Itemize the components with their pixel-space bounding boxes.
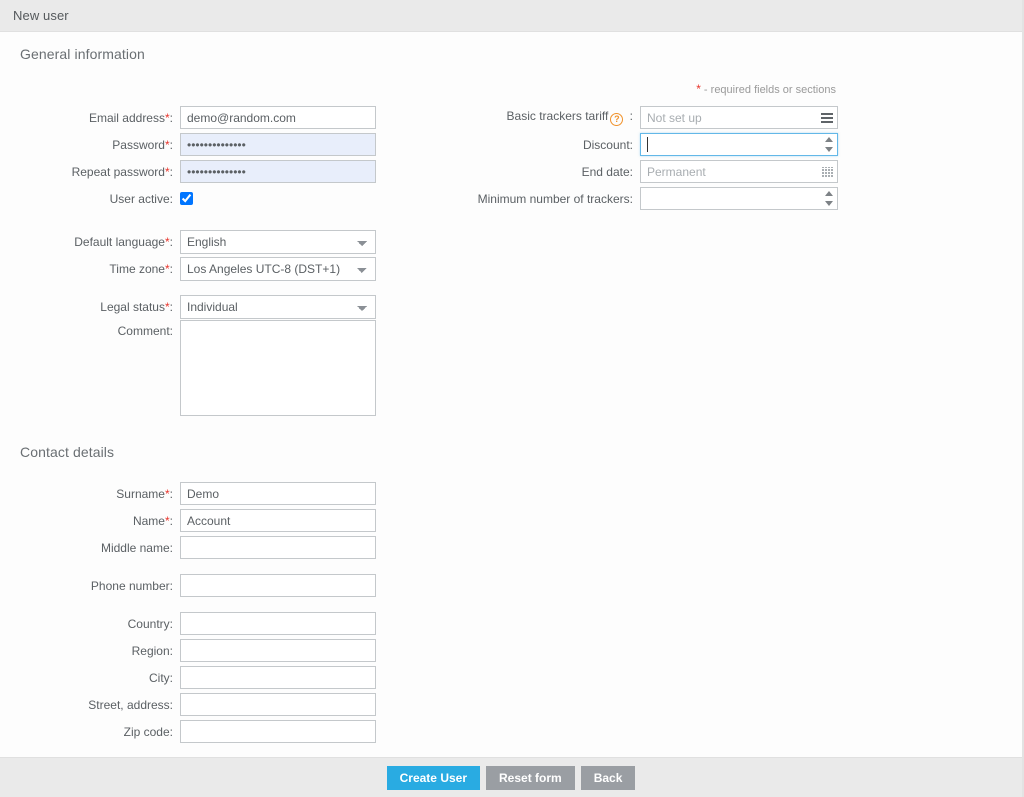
name-input[interactable] bbox=[180, 509, 376, 532]
label-min-trackers: Minimum number of trackers: bbox=[477, 191, 633, 206]
street-input[interactable] bbox=[180, 693, 376, 716]
create-user-button[interactable]: Create User bbox=[386, 765, 480, 790]
window-titlebar: New user bbox=[0, 0, 1022, 32]
field-row-default-language: Default language*: English bbox=[0, 228, 376, 255]
field-row-city: City: bbox=[0, 664, 376, 691]
required-fields-note: * - required fields or sections bbox=[696, 82, 836, 96]
discount-input[interactable] bbox=[640, 133, 838, 156]
field-row-min-trackers: Minimum number of trackers: bbox=[448, 185, 838, 212]
field-row-user-active: User active: bbox=[0, 185, 376, 212]
field-row-region: Region: bbox=[0, 637, 376, 664]
field-row-middle-name: Middle name: bbox=[0, 534, 376, 561]
field-row-street: Street, address: bbox=[0, 691, 376, 718]
contact-column: Surname*: Name*: Middle name: Phone numb… bbox=[0, 480, 376, 745]
label-legal-status: Legal status*: bbox=[100, 299, 173, 314]
phone-number-input[interactable] bbox=[180, 574, 376, 597]
label-city: City: bbox=[148, 670, 173, 685]
field-row-name: Name*: bbox=[0, 507, 376, 534]
field-row-repeat-password: Repeat password*: bbox=[0, 158, 376, 185]
label-middle-name: Middle name: bbox=[100, 540, 173, 555]
min-trackers-input[interactable] bbox=[640, 187, 838, 210]
basic-tariff-field-wrap bbox=[640, 106, 838, 129]
label-street: Street, address: bbox=[88, 697, 173, 712]
field-row-phone-number: Phone number: bbox=[0, 572, 376, 599]
label-region: Region: bbox=[131, 643, 173, 658]
discount-field-wrap bbox=[640, 133, 838, 156]
field-row-country: Country: bbox=[0, 610, 376, 637]
field-row-discount: Discount: bbox=[448, 131, 838, 158]
label-repeat-password: Repeat password*: bbox=[71, 164, 173, 179]
section-heading-general: General information bbox=[20, 46, 145, 62]
contact-heading-wrap: Contact details bbox=[0, 444, 1022, 462]
surname-input[interactable] bbox=[180, 482, 376, 505]
required-note-text: - required fields or sections bbox=[700, 84, 836, 96]
label-basic-tariff: Basic trackers tariff? : bbox=[506, 109, 633, 126]
email-input[interactable] bbox=[180, 106, 376, 129]
label-country: Country: bbox=[127, 616, 173, 631]
field-row-zip: Zip code: bbox=[0, 718, 376, 745]
field-row-legal-status: Legal status*: Individual bbox=[0, 293, 376, 320]
city-input[interactable] bbox=[180, 666, 376, 689]
text-cursor bbox=[647, 137, 648, 152]
legal-status-select[interactable]: Individual bbox=[180, 294, 376, 319]
label-default-language: Default language*: bbox=[74, 234, 173, 249]
field-row-email: Email address*: bbox=[0, 104, 376, 131]
reset-form-button[interactable]: Reset form bbox=[486, 765, 575, 790]
label-user-active: User active: bbox=[109, 191, 173, 206]
label-discount: Discount: bbox=[582, 137, 633, 152]
region-input[interactable] bbox=[180, 639, 376, 662]
label-password: Password*: bbox=[112, 137, 173, 152]
country-input[interactable] bbox=[180, 612, 376, 635]
label-surname: Surname*: bbox=[116, 486, 173, 501]
field-row-basic-tariff: Basic trackers tariff? : bbox=[448, 104, 838, 131]
label-zip: Zip code: bbox=[123, 724, 173, 739]
end-date-field-wrap bbox=[640, 160, 838, 183]
time-zone-select[interactable]: Los Angeles UTC-8 (DST+1) bbox=[180, 256, 376, 281]
middle-name-input[interactable] bbox=[180, 536, 376, 559]
field-row-time-zone: Time zone*: Los Angeles UTC-8 (DST+1) bbox=[0, 255, 376, 282]
field-row-password: Password*: bbox=[0, 131, 376, 158]
label-end-date: End date: bbox=[581, 164, 633, 179]
end-date-input[interactable] bbox=[640, 160, 838, 183]
back-button[interactable]: Back bbox=[580, 765, 636, 790]
repeat-password-input[interactable] bbox=[180, 160, 376, 183]
label-email: Email address*: bbox=[88, 110, 173, 125]
form-action-bar: Create User Reset form Back bbox=[0, 757, 1022, 797]
section-heading-contact: Contact details bbox=[20, 444, 115, 460]
user-active-checkbox[interactable] bbox=[180, 192, 193, 205]
label-phone-number: Phone number: bbox=[90, 578, 173, 593]
form-content: General information * - required fields … bbox=[0, 32, 1022, 757]
general-left-column: Email address*: Password*: Repeat passwo… bbox=[0, 104, 376, 416]
label-comment: Comment: bbox=[117, 324, 173, 338]
field-row-comment: Comment: bbox=[0, 320, 376, 416]
comment-textarea[interactable] bbox=[180, 320, 376, 416]
general-right-column: Basic trackers tariff? : Discount: bbox=[448, 104, 838, 212]
basic-tariff-input[interactable] bbox=[640, 106, 838, 129]
help-icon[interactable]: ? bbox=[610, 113, 624, 126]
zip-code-input[interactable] bbox=[180, 720, 376, 743]
password-input[interactable] bbox=[180, 133, 376, 156]
field-row-surname: Surname*: bbox=[0, 480, 376, 507]
new-user-page: New user General information * - require… bbox=[0, 0, 1024, 797]
min-trackers-field-wrap bbox=[640, 187, 838, 210]
page-title: New user bbox=[13, 8, 69, 23]
label-name: Name*: bbox=[132, 513, 173, 528]
field-row-end-date: End date: bbox=[448, 158, 838, 185]
label-time-zone: Time zone*: bbox=[109, 261, 173, 276]
default-language-select[interactable]: English bbox=[180, 229, 376, 254]
